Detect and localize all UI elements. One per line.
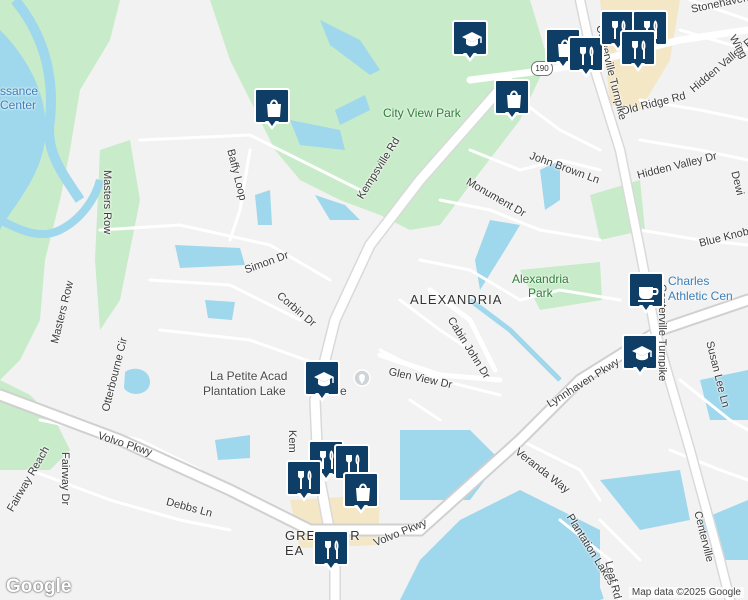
- poi-label-plantation-lake: Plantation Lake: [203, 384, 286, 398]
- google-logo: Google: [6, 576, 72, 597]
- area-label-alexandria: ALEXANDRIA: [410, 292, 503, 307]
- road-label-kempsville-lower: Kem: [286, 430, 298, 453]
- marker-tip: [297, 491, 311, 502]
- marker-tip: [354, 503, 368, 514]
- marker-tip: [633, 365, 647, 376]
- poi-label-plantation-lake-tail: e: [340, 384, 347, 398]
- marker-tip: [265, 119, 279, 130]
- park-label-city-view: City View Park: [383, 106, 461, 120]
- marker-tip: [579, 67, 593, 78]
- poi-label-renaissance: ssance Center: [0, 84, 39, 112]
- restaurant-marker[interactable]: [620, 30, 656, 74]
- marker-tip: [463, 51, 477, 62]
- location-pin-icon[interactable]: [353, 369, 371, 387]
- restaurant-marker[interactable]: [313, 530, 349, 574]
- poi-label-charles: Charles Athletic Cen: [668, 274, 733, 303]
- restaurant-marker[interactable]: [568, 36, 604, 80]
- map-attribution: Map data ©2025 Google: [628, 587, 744, 598]
- marker-tip: [639, 303, 653, 314]
- park-label-alexandria: Alexandria Park: [512, 272, 569, 300]
- pond-5: [255, 190, 272, 225]
- area-label-east: EA: [285, 543, 305, 558]
- marker-tip: [505, 110, 519, 121]
- cafe-marker[interactable]: [628, 272, 664, 316]
- shopping-bag-marker[interactable]: [254, 88, 290, 132]
- marker-tip: [324, 561, 338, 572]
- poi-label-la-petite: La Petite Acad: [210, 369, 288, 383]
- school-marker[interactable]: [452, 20, 488, 64]
- restaurant-marker[interactable]: [286, 460, 322, 504]
- shopping-bag-marker[interactable]: [343, 472, 379, 516]
- pond-6: [175, 245, 245, 268]
- road-label-masters-row-top: Masters Row: [101, 170, 113, 235]
- pond-7: [205, 300, 235, 320]
- school-marker[interactable]: [622, 334, 658, 378]
- school-marker[interactable]: [304, 360, 340, 404]
- shopping-bag-marker[interactable]: [494, 79, 530, 123]
- map-canvas[interactable]: City View Park Alexandria Park ALEXANDRI…: [0, 0, 748, 600]
- marker-tip: [631, 61, 645, 72]
- road-label-fairway-dr: Fairway Dr: [59, 452, 71, 506]
- marker-tip: [315, 391, 329, 402]
